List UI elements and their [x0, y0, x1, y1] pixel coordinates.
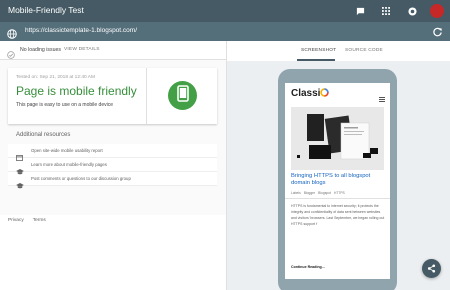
resource-learn-more[interactable]: Learn more about mobile-friendly pages — [8, 158, 217, 175]
view-details-button[interactable]: VIEW DETAILS — [64, 47, 100, 52]
post-divider — [285, 198, 390, 199]
footer-links: Privacy Terms — [8, 218, 46, 223]
results-body: Tested on: Sep 21, 2018 at 12:40 AM Page… — [0, 60, 226, 215]
url-bar: https://classictemplate-1.blogspot.com/ — [0, 22, 450, 41]
additional-resources-title: Additional resources — [16, 132, 71, 138]
result-subtitle: This page is easy to use on a mobile dev… — [16, 102, 113, 108]
terms-link[interactable]: Terms — [33, 218, 46, 223]
resource-label: Learn more about mobile-friendly pages — [31, 162, 107, 167]
post-featured-image — [291, 107, 384, 170]
phone-frame: Classi Bringing HTTPS to all blogspot do… — [278, 69, 397, 290]
logo-ring-icon — [320, 88, 330, 97]
account-avatar[interactable] — [430, 4, 444, 18]
post-excerpt: HTTPS is fundamental to internet securit… — [291, 204, 385, 226]
active-tab-indicator — [297, 59, 335, 61]
resource-discussion-group[interactable]: Post comments or questions to our discus… — [8, 172, 217, 189]
notifications-icon[interactable] — [404, 3, 420, 19]
share-icon — [427, 260, 436, 278]
feedback-icon[interactable] — [352, 3, 368, 19]
apps-grid-icon[interactable] — [378, 3, 394, 19]
continue-reading-link: Continue Reading... — [291, 265, 325, 269]
loading-status-bar: No loading issues VIEW DETAILS — [0, 41, 226, 60]
mobile-friendly-badge — [168, 81, 197, 110]
preview-panel: SCREENSHOT SOURCE CODE Classi Bringing H… — [226, 41, 450, 290]
loading-issues-text: No loading issues — [20, 47, 61, 53]
card-divider — [146, 68, 147, 124]
result-title: Page is mobile friendly — [16, 84, 137, 98]
resources-list: Open site-wide mobile usability report L… — [8, 144, 217, 189]
privacy-link[interactable]: Privacy — [8, 218, 24, 223]
smartphone-icon — [176, 84, 189, 107]
labels-caption: Labels — [291, 191, 301, 195]
tab-source-code[interactable]: SOURCE CODE — [345, 48, 383, 53]
result-card: Tested on: Sep 21, 2018 at 12:40 AM Page… — [8, 68, 217, 124]
results-panel: No loading issues VIEW DETAILS Tested on… — [0, 41, 226, 290]
resource-label: Post comments or questions to our discus… — [31, 176, 131, 181]
rendered-page-screenshot[interactable]: Classi Bringing HTTPS to all blogspot do… — [285, 83, 390, 279]
preview-tabs: SCREENSHOT SOURCE CODE — [227, 41, 450, 61]
label-tag: Blogger — [303, 191, 316, 195]
school-icon — [16, 176, 24, 194]
resource-label: Open site-wide mobile usability report — [31, 148, 103, 153]
blog-logo: Classi — [291, 88, 330, 99]
app-title: Mobile-Friendly Test — [8, 5, 84, 15]
tab-screenshot[interactable]: SCREENSHOT — [301, 48, 336, 53]
resource-usability-report[interactable]: Open site-wide mobile usability report — [8, 144, 217, 161]
label-tag: Blogspot — [318, 191, 331, 195]
post-title: Bringing HTTPS to all blogspot domain bl… — [291, 173, 371, 187]
post-labels: Labels Blogger Blogspot HTTPS — [291, 191, 345, 195]
tested-on-text: Tested on: Sep 21, 2018 at 12:40 AM — [16, 75, 95, 80]
share-button[interactable] — [422, 259, 441, 278]
menu-icon — [379, 89, 385, 107]
label-tag: HTTPS — [333, 191, 345, 195]
app-bar: Mobile-Friendly Test — [0, 0, 450, 22]
tested-url[interactable]: https://classictemplate-1.blogspot.com/ — [25, 27, 137, 34]
app-bar-actions — [352, 3, 444, 19]
